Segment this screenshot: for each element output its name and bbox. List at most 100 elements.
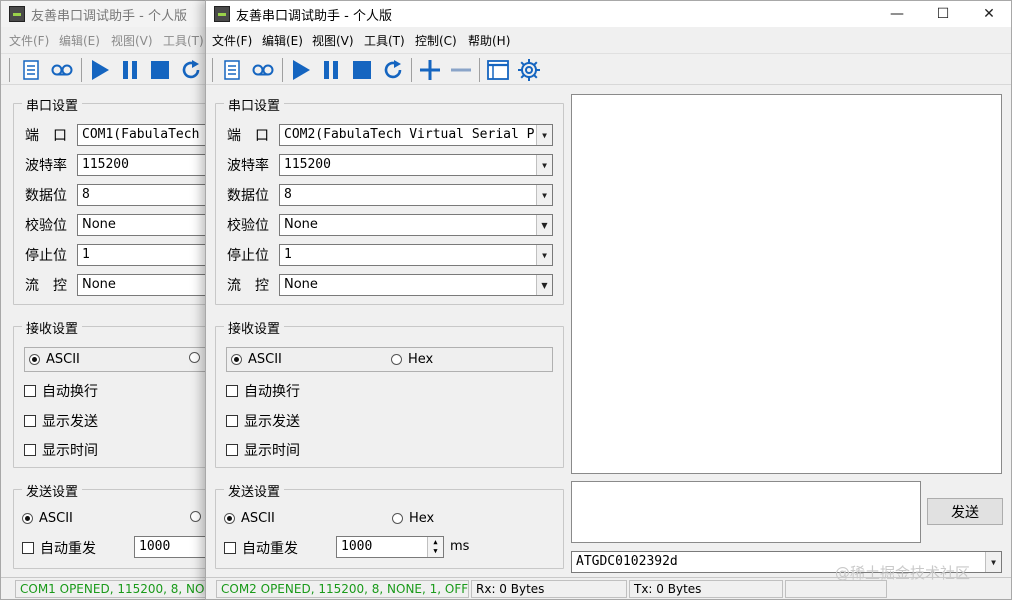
pause-icon[interactable]	[117, 57, 143, 83]
recv-hex-radio[interactable]	[189, 352, 200, 363]
checkbox-box	[22, 542, 34, 554]
interval-input[interactable]: 1000	[134, 536, 214, 558]
chevron-down-icon[interactable]: ▼	[536, 125, 552, 145]
minimize-icon: —	[890, 6, 904, 22]
send-ascii-radio[interactable]: ASCII	[22, 511, 73, 526]
baud-select[interactable]: 115200 ▼	[279, 154, 553, 176]
databits-select[interactable]: 8 ▼	[279, 184, 553, 206]
menu-bar: 文件(F) 编辑(E) 视图(V) 工具(T)	[1, 30, 214, 50]
wrap-checkbox[interactable]: 自动换行	[226, 381, 300, 401]
document-icon[interactable]	[18, 57, 44, 83]
refresh-icon[interactable]	[178, 57, 204, 83]
stopbits-select[interactable]: 1 ▼	[279, 244, 553, 266]
port-select[interactable]: COM2(FabulaTech Virtual Serial P ▼	[279, 124, 553, 146]
show-time-checkbox[interactable]: 显示时间	[226, 440, 300, 460]
radio-label: ASCII	[39, 511, 73, 526]
wrap-checkbox[interactable]: 自动换行	[24, 381, 98, 401]
port-select[interactable]: COM1(FabulaTech	[77, 124, 214, 146]
toolbar-separator	[411, 58, 412, 82]
document-icon[interactable]	[219, 57, 245, 83]
play-icon[interactable]	[87, 57, 113, 83]
loop-icon[interactable]	[250, 57, 276, 83]
checkbox-box	[226, 444, 238, 456]
checkbox-label: 自动换行	[244, 384, 300, 400]
send-hex-radio[interactable]: Hex	[392, 511, 434, 526]
baud-select[interactable]: 115200	[77, 154, 214, 176]
menu-view[interactable]: 视图(V)	[111, 32, 153, 49]
play-icon[interactable]	[288, 57, 314, 83]
radio-label: ASCII	[46, 352, 80, 367]
menu-help[interactable]: 帮助(H)	[468, 32, 510, 49]
app-icon	[9, 6, 25, 22]
gear-icon[interactable]	[516, 57, 542, 83]
close-button[interactable]: ✕	[966, 1, 1011, 27]
radio-dot	[190, 511, 201, 522]
pause-icon[interactable]	[318, 57, 344, 83]
interval-input[interactable]: 1000 ▲ ▼	[336, 536, 444, 558]
show-time-checkbox[interactable]: 显示时间	[24, 440, 98, 460]
flow-select[interactable]: None ▼	[279, 274, 553, 296]
parity-select[interactable]: None ▼	[279, 214, 553, 236]
chevron-down-icon[interactable]: ▼	[536, 245, 552, 265]
chevron-down-icon[interactable]: ▼	[536, 215, 552, 235]
send-hex-radio[interactable]	[190, 511, 201, 522]
spin-arrows-icon[interactable]: ▲ ▼	[427, 537, 443, 557]
receive-area[interactable]	[571, 94, 1002, 474]
databits-label: 数据位	[25, 188, 67, 204]
maximize-button[interactable]: ☐	[920, 1, 966, 27]
auto-resend-checkbox[interactable]: 自动重发	[22, 538, 96, 558]
checkbox-label: 自动重发	[242, 541, 298, 557]
menu-tools[interactable]: 工具(T)	[163, 32, 204, 49]
menu-file[interactable]: 文件(F)	[212, 32, 252, 49]
minimize-button[interactable]: —	[874, 1, 920, 27]
send-ascii-radio[interactable]: ASCII	[224, 511, 275, 526]
port-status: COM1 OPENED, 115200, 8, NONE, 1, OFF	[15, 580, 214, 598]
radio-label: Hex	[409, 511, 435, 526]
send-input[interactable]	[571, 481, 921, 543]
menu-file[interactable]: 文件(F)	[9, 32, 49, 49]
recv-ascii-radio[interactable]: ASCII	[29, 352, 80, 367]
show-send-checkbox[interactable]: 显示发送	[226, 411, 300, 431]
menu-tools[interactable]: 工具(T)	[364, 32, 405, 49]
send-history-value: ATGDC0102392d	[576, 554, 678, 569]
recv-ascii-radio[interactable]: ASCII	[231, 352, 282, 367]
menu-view[interactable]: 视图(V)	[312, 32, 354, 49]
port-label: 端 口	[227, 128, 269, 144]
checkbox-box	[24, 444, 36, 456]
radio-dot	[392, 513, 403, 524]
chevron-down-icon[interactable]: ▼	[985, 552, 1001, 572]
stopbits-select[interactable]: 1	[77, 244, 214, 266]
interval-value: 1000	[139, 539, 171, 554]
title-bar: 友善串口调试助手 - 个人版 — ☐ ✕	[206, 1, 1011, 27]
stopbits-label: 停止位	[227, 248, 269, 264]
stop-icon[interactable]	[147, 57, 173, 83]
recv-hex-radio[interactable]: Hex	[391, 352, 433, 367]
chevron-down-icon[interactable]: ▼	[536, 185, 552, 205]
minus-icon[interactable]	[448, 57, 474, 83]
auto-resend-checkbox[interactable]: 自动重发	[224, 538, 298, 558]
chevron-down-icon[interactable]: ▼	[536, 155, 552, 175]
radio-label: ASCII	[248, 352, 282, 367]
window-icon[interactable]	[485, 57, 511, 83]
show-send-checkbox[interactable]: 显示发送	[24, 411, 98, 431]
refresh-icon[interactable]	[380, 57, 406, 83]
parity-select[interactable]: None	[77, 214, 214, 236]
toolbar-separator	[479, 58, 480, 82]
menu-edit[interactable]: 编辑(E)	[59, 32, 100, 49]
receive-settings-group: 接收设置 ASCII Hex 自动换行 显示发送 显示时间	[215, 318, 564, 468]
menu-edit[interactable]: 编辑(E)	[262, 32, 303, 49]
radio-label: Hex	[408, 352, 434, 367]
toolbar-separator	[282, 58, 283, 82]
send-button[interactable]: 发送	[927, 498, 1003, 525]
menu-control[interactable]: 控制(C)	[415, 32, 457, 49]
baud-value: 115200	[82, 157, 129, 172]
parity-label: 校验位	[227, 218, 269, 234]
databits-select[interactable]: 8	[77, 184, 214, 206]
plus-icon[interactable]	[417, 57, 443, 83]
flow-select[interactable]: None	[77, 274, 214, 296]
toolbar-separator	[81, 58, 82, 82]
chevron-down-icon[interactable]: ▼	[536, 275, 552, 295]
maximize-icon: ☐	[936, 6, 950, 22]
loop-icon[interactable]	[49, 57, 75, 83]
stop-icon[interactable]	[349, 57, 375, 83]
